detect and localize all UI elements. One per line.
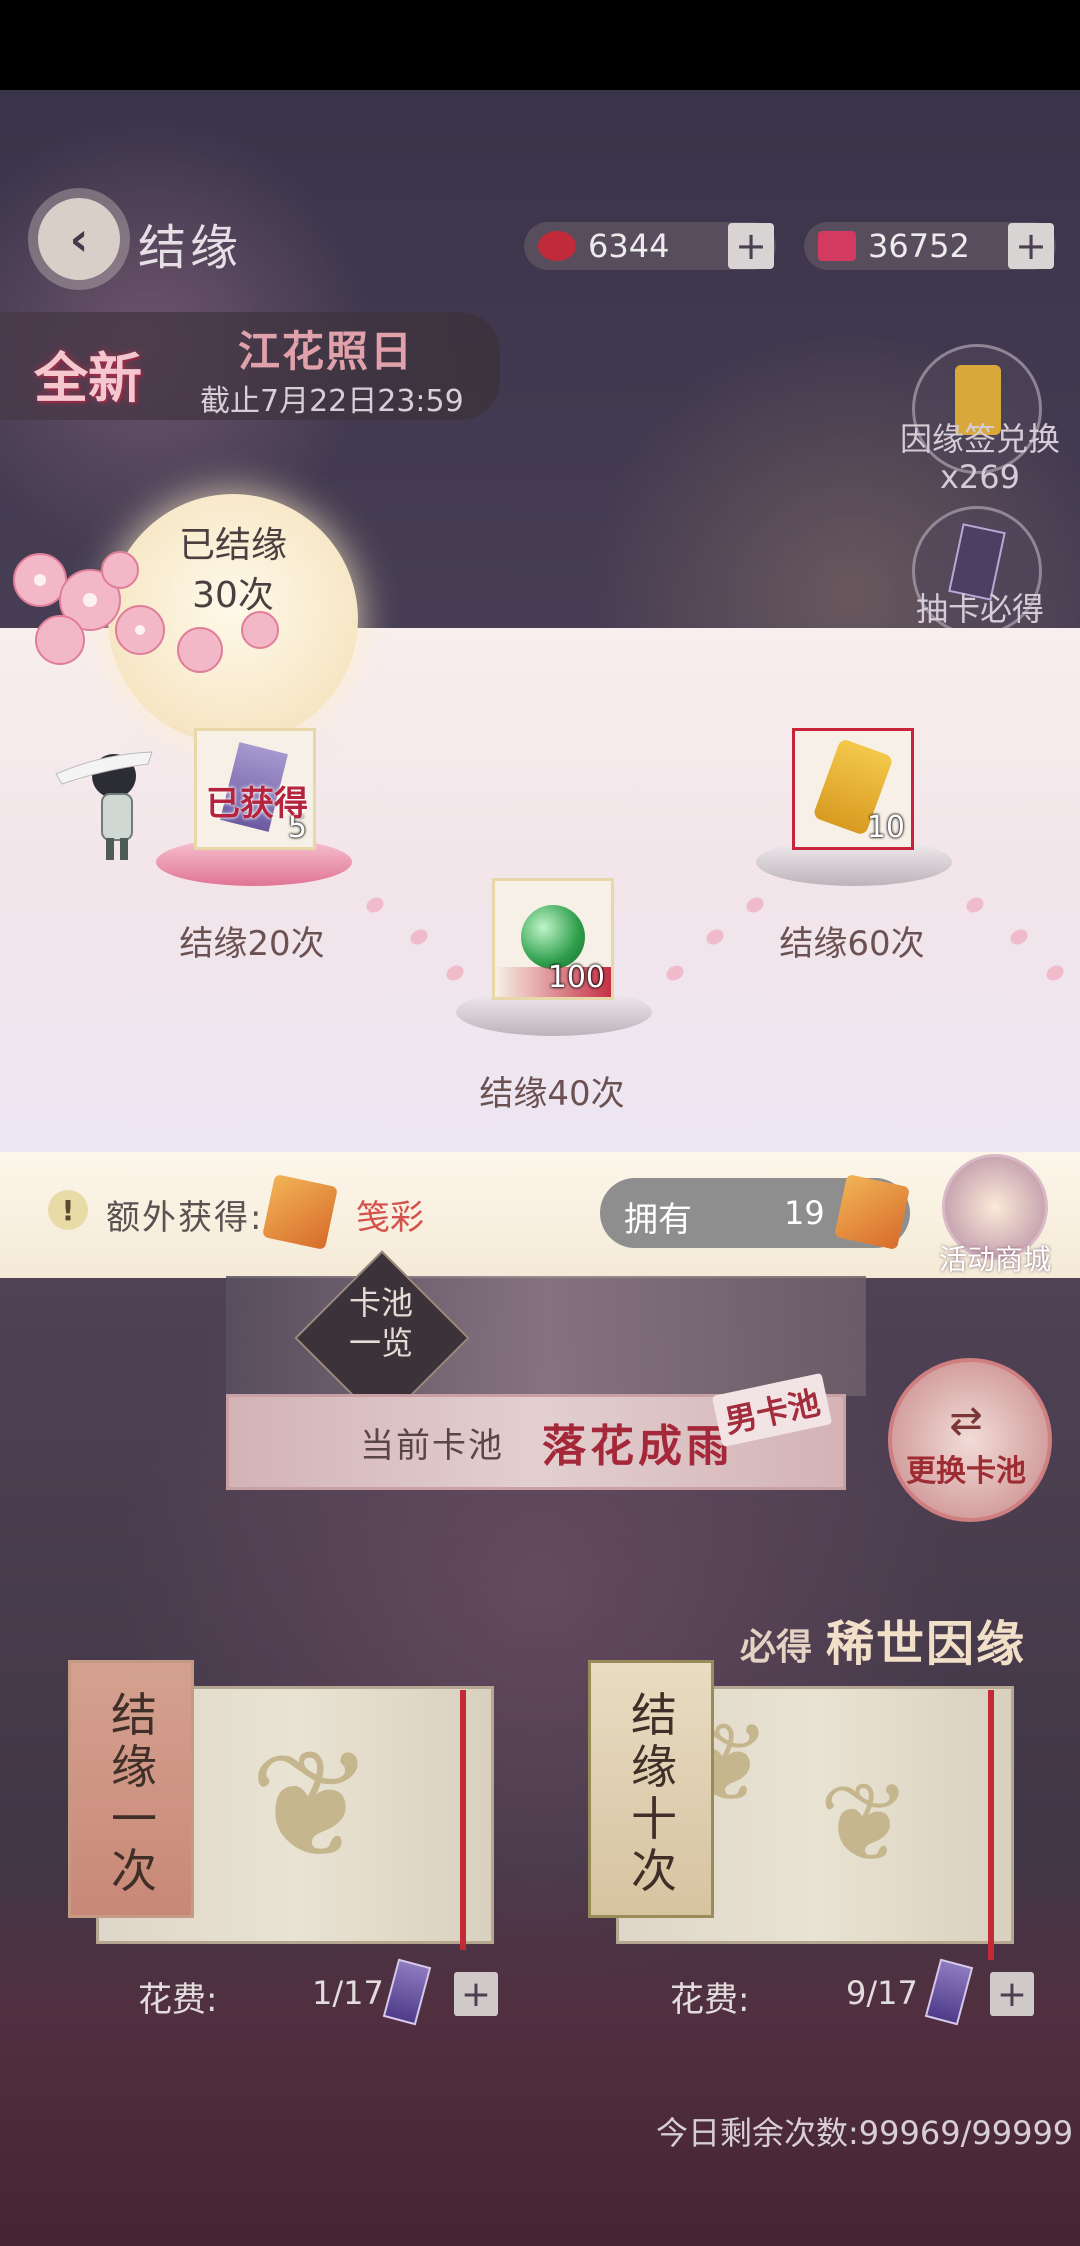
page-title: 结缘 xyxy=(138,220,243,276)
status-bar xyxy=(0,0,1080,90)
cost-label: 花费: xyxy=(138,1980,218,2020)
maple-leaf-icon: ❦ xyxy=(249,1719,375,1893)
pool-name: 落花成雨 xyxy=(542,1421,734,1472)
milestone-reward-60[interactable]: 10 xyxy=(792,728,914,850)
claimed-badge: 已获得 xyxy=(206,784,308,824)
tab-char: 缘 xyxy=(631,1740,677,1794)
add-butterfly-button[interactable]: + xyxy=(1008,223,1054,269)
pool-prefix: 当前卡池 xyxy=(360,1426,504,1466)
add-jade-button[interactable]: + xyxy=(728,223,774,269)
swap-icon: ⇄ xyxy=(949,1398,983,1444)
butterfly-value: 36752 xyxy=(868,227,970,265)
reward-count: 10 xyxy=(866,810,905,845)
milestone-label: 结缘40次 xyxy=(479,1074,625,1114)
new-badge: 全新 xyxy=(34,346,142,410)
draw-ten-tab: 结 缘 十 次 xyxy=(588,1660,714,1918)
chevron-left-icon: ‹ xyxy=(69,212,89,266)
owned-label: 拥有 xyxy=(624,1200,692,1240)
reward-count: 100 xyxy=(547,960,605,995)
envelope-icon xyxy=(834,1174,910,1250)
butterfly-icon xyxy=(818,231,856,261)
cost-value: 1/17 xyxy=(312,1974,384,2012)
cost-value: 9/17 xyxy=(846,1974,918,2012)
switch-pool-label: 更换卡池 xyxy=(906,1454,1026,1489)
back-button[interactable]: ‹ xyxy=(38,198,120,280)
tab-char: 一 xyxy=(111,1792,157,1846)
add-ticket-button[interactable]: + xyxy=(990,1972,1034,2016)
currency-butterfly: 36752 + xyxy=(804,222,1056,270)
tab-char: 结 xyxy=(631,1688,677,1742)
extra-label: 额外获得: xyxy=(106,1198,264,1238)
envelope-icon xyxy=(262,1174,338,1250)
ribbon-decor xyxy=(460,1690,466,1950)
tab-char: 缘 xyxy=(111,1740,157,1794)
cost-label: 花费: xyxy=(670,1980,750,2020)
draw-once-tab: 结 缘 一 次 xyxy=(68,1660,194,1918)
add-ticket-button[interactable]: + xyxy=(454,1972,498,2016)
remaining-draws: 今日剩余次数:99969/99999 xyxy=(656,2114,1074,2152)
sakura-decor xyxy=(0,540,330,700)
currency-jade: 6344 + xyxy=(524,222,776,270)
exchange-count: x269 xyxy=(939,458,1020,496)
event-name: 江花照日 xyxy=(238,327,415,376)
shop-label: 活动商城 xyxy=(938,1243,1051,1276)
tab-char: 次 xyxy=(631,1844,677,1898)
milestone-label: 结缘60次 xyxy=(779,924,925,964)
milestone-reward-40[interactable]: 100 xyxy=(492,878,614,1000)
guarantee-label: 抽卡必得 xyxy=(915,590,1044,628)
red-jade-icon xyxy=(538,231,576,261)
exchange-label: 因缘签兑换 xyxy=(899,420,1060,458)
tab-char: 次 xyxy=(111,1844,157,1898)
tab-char: 十 xyxy=(631,1792,677,1846)
milestone-label: 结缘20次 xyxy=(179,924,325,964)
extra-item-name: 笺彩 xyxy=(356,1198,424,1238)
maple-leaf-icon: ❦ xyxy=(819,1759,912,1887)
ribbon-decor xyxy=(988,1690,994,1960)
info-icon[interactable]: ! xyxy=(48,1190,88,1230)
jade-value: 6344 xyxy=(588,227,670,265)
tab-char: 结 xyxy=(111,1688,157,1742)
event-deadline: 截止7月22日23:59 xyxy=(200,384,464,419)
owned-value: 19 xyxy=(784,1194,825,1232)
pool-overview-label: 一览 xyxy=(348,1324,413,1362)
guarantee-text: 稀世因缘 xyxy=(826,1616,1027,1672)
guarantee-prefix: 必得 xyxy=(740,1627,813,1668)
chibi-character xyxy=(52,744,172,864)
